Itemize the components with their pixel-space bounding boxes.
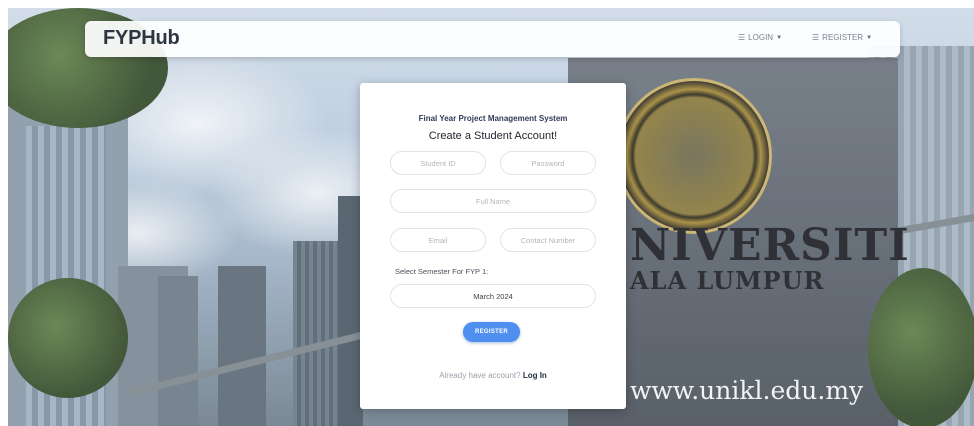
contact-number-input[interactable]: Contact Number [500, 228, 596, 252]
form-title: Create a Student Account! [428, 130, 558, 142]
top-navbar: FYPHub ☰ LOGIN ▼ ☰ REGISTER ▼ [85, 21, 900, 57]
email-placeholder: Email [428, 235, 448, 245]
semester-selected-value: March 2024 [473, 291, 513, 301]
semester-label: Select Semester For FYP 1: [395, 267, 489, 276]
password-placeholder: Password [531, 158, 565, 168]
brand-logo[interactable]: FYPHub [103, 27, 180, 50]
full-name-input[interactable]: Full Name [390, 189, 596, 213]
register-card: Final Year Project Management System Cre… [360, 83, 626, 409]
nav-register-dropdown[interactable]: ☰ REGISTER ▼ [812, 33, 872, 42]
password-input[interactable]: Password [500, 151, 596, 175]
list-icon: ☰ [738, 33, 746, 42]
login-prompt-text: Already have account? [439, 371, 521, 380]
email-input[interactable]: Email [390, 228, 486, 252]
chevron-down-icon: ▼ [866, 34, 873, 41]
nav-login-dropdown[interactable]: ☰ LOGIN ▼ [738, 33, 782, 42]
system-subtitle: Final Year Project Management System [418, 114, 568, 123]
nav-login-label: LOGIN [748, 33, 774, 42]
student-id-placeholder: Student ID [420, 158, 456, 168]
nav-register-label: REGISTER [822, 33, 864, 42]
chevron-down-icon: ▼ [776, 34, 783, 41]
list-icon: ☰ [812, 33, 820, 42]
student-id-input[interactable]: Student ID [390, 151, 486, 175]
login-prompt-row: Already have account? Log In [360, 371, 626, 380]
register-button[interactable]: REGISTER [463, 322, 520, 342]
full-name-placeholder: Full Name [475, 196, 511, 206]
contact-number-placeholder: Contact Number [520, 235, 576, 245]
semester-select[interactable]: March 2024 [390, 284, 596, 308]
login-link[interactable]: Log In [523, 371, 547, 380]
